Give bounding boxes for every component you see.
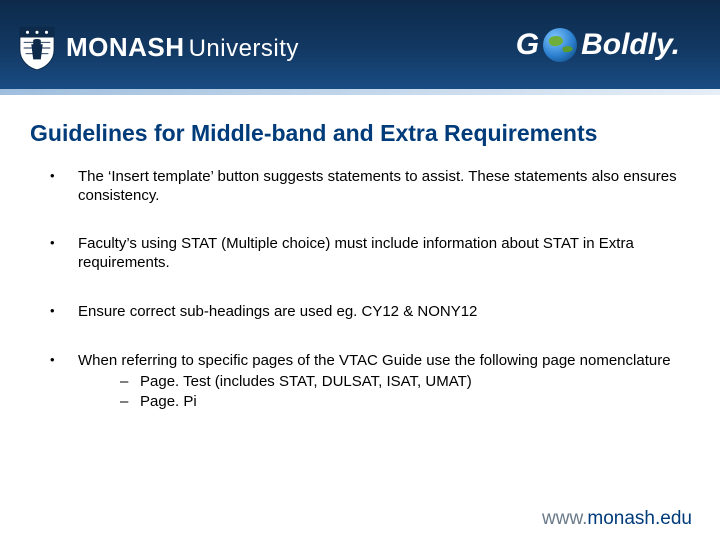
tagline: G Boldly. <box>516 28 680 62</box>
monash-shield-icon <box>18 25 56 71</box>
slide-content: Guidelines for Middle-band and Extra Req… <box>0 95 720 411</box>
tagline-prefix: G <box>516 28 539 62</box>
sub-list-item: Page. Pi <box>120 392 690 412</box>
footer-tld: .edu <box>655 508 692 529</box>
monash-wordmark: MONASH University <box>66 32 299 63</box>
list-item: The ‘Insert template’ button suggests st… <box>50 168 690 206</box>
globe-icon <box>543 28 577 62</box>
bullet-text: Ensure correct sub-headings are used eg.… <box>78 303 477 320</box>
bullet-text: The ‘Insert template’ button suggests st… <box>78 168 677 204</box>
sub-list: Page. Test (includes STAT, DULSAT, ISAT,… <box>78 372 690 411</box>
header-banner: MONASH University G Boldly. <box>0 0 720 95</box>
sub-bullet-text: Page. Pi <box>140 393 197 410</box>
brand-light: University <box>189 35 299 63</box>
footer-domain: monash <box>587 508 655 529</box>
bullet-text: When referring to specific pages of the … <box>78 352 671 369</box>
header-divider <box>0 89 720 95</box>
list-item: Ensure correct sub-headings are used eg.… <box>50 303 690 322</box>
slide-title: Guidelines for Middle-band and Extra Req… <box>30 119 690 148</box>
bullet-list: The ‘Insert template’ button suggests st… <box>30 168 690 412</box>
footer-www: www. <box>542 508 587 529</box>
sub-bullet-text: Page. Test (includes STAT, DULSAT, ISAT,… <box>140 373 472 390</box>
tagline-suffix: Boldly. <box>581 28 680 62</box>
list-item: When referring to specific pages of the … <box>50 352 690 412</box>
list-item: Faculty’s using STAT (Multiple choice) m… <box>50 235 690 273</box>
bullet-text: Faculty’s using STAT (Multiple choice) m… <box>78 235 634 271</box>
brand-strong: MONASH <box>66 32 185 63</box>
sub-list-item: Page. Test (includes STAT, DULSAT, ISAT,… <box>120 372 690 392</box>
footer-url: www.monash.edu <box>542 508 692 530</box>
